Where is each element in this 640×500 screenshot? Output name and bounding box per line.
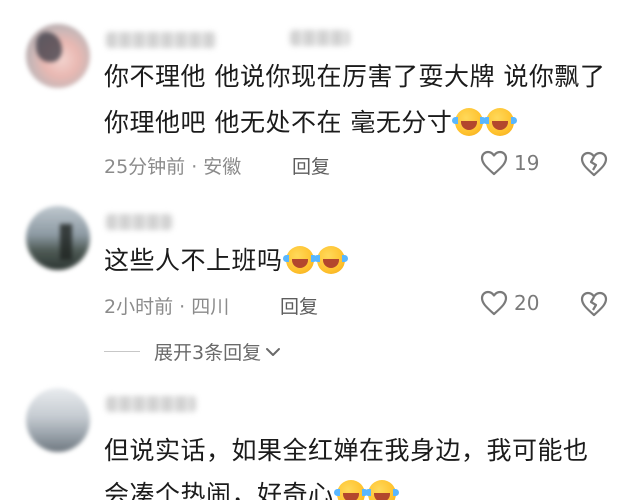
laughing-tears-emoji-icon xyxy=(364,480,399,500)
reply-button[interactable]: 回复 xyxy=(280,292,318,319)
username-blurred[interactable] xyxy=(106,32,216,48)
comment-text-line: 但说实话，如果全红婵在我身边，我可能也 xyxy=(104,436,589,465)
expand-replies-label: 展开3条回复 xyxy=(154,342,262,364)
laughing-tears-emoji-icon xyxy=(452,108,487,136)
comment-text-line: 会凑个热闹，好奇心 xyxy=(104,478,399,500)
like-count: 20 xyxy=(514,291,540,315)
broken-heart-icon[interactable] xyxy=(580,151,608,177)
chevron-down-icon xyxy=(266,347,281,356)
comment-text-line: 你不理他 他说你现在厉害了耍大牌 说你飘了 xyxy=(104,62,606,91)
username-blurred[interactable] xyxy=(106,214,172,230)
comment-meta: 2小时前 · 四川 xyxy=(104,296,230,318)
like-button[interactable]: 20 xyxy=(480,290,539,316)
username-blurred[interactable] xyxy=(106,396,196,412)
comment-meta: 25分钟前 · 安徽 xyxy=(104,156,242,178)
laughing-tears-emoji-icon xyxy=(483,108,518,136)
comment-list: 你不理他 他说你现在厉害了耍大牌 说你飘了 你理他吧 他无处不在 毫无分寸 25… xyxy=(0,0,640,500)
expand-replies-button[interactable]: 展开3条回复 xyxy=(104,338,281,365)
like-button[interactable]: 19 xyxy=(480,150,539,176)
avatar[interactable] xyxy=(26,206,90,270)
comment-text-line: 这些人不上班吗 xyxy=(104,244,348,278)
heart-icon xyxy=(480,290,508,316)
like-count: 19 xyxy=(514,151,540,175)
comment-text-line: 你理他吧 他无处不在 毫无分寸 xyxy=(104,106,518,140)
broken-heart-icon[interactable] xyxy=(580,291,608,317)
avatar[interactable] xyxy=(26,24,90,88)
username-blurred-extra xyxy=(290,30,350,46)
laughing-tears-emoji-icon xyxy=(333,480,368,500)
laughing-tears-emoji-icon xyxy=(282,246,317,274)
laughing-tears-emoji-icon xyxy=(313,246,348,274)
reply-button[interactable]: 回复 xyxy=(292,152,330,179)
heart-icon xyxy=(480,150,508,176)
avatar[interactable] xyxy=(26,388,90,452)
divider-line xyxy=(104,351,140,352)
